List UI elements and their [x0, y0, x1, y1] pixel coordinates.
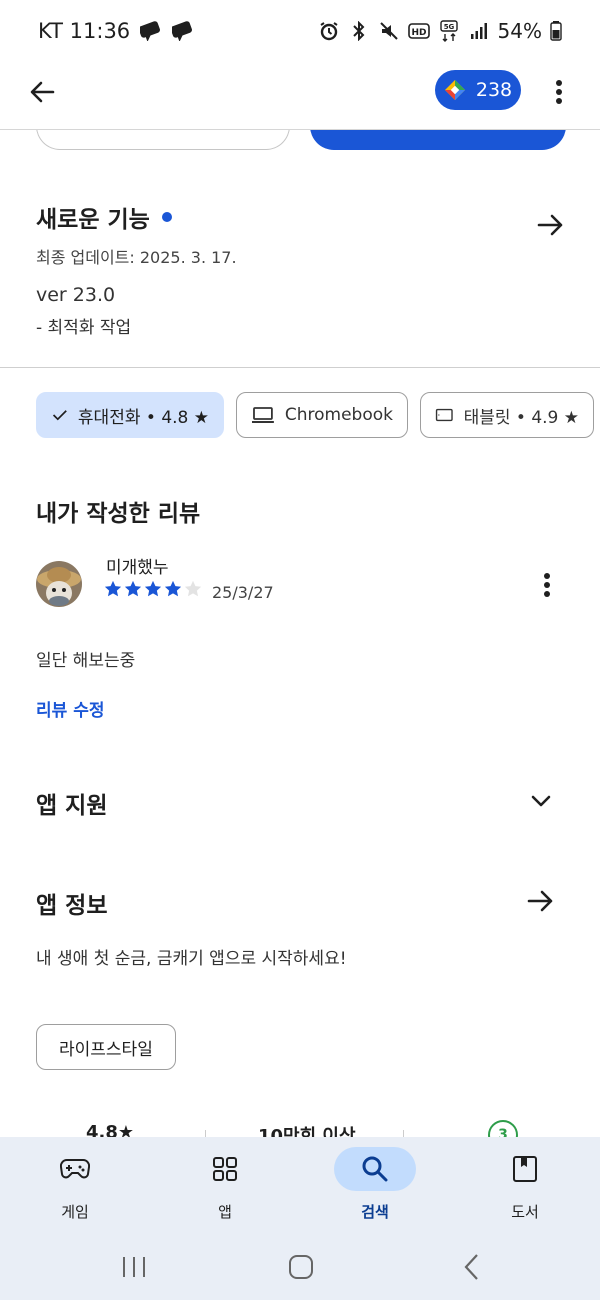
bottom-navigation: 게임 앱 검색 도서 — [0, 1137, 600, 1235]
nav-games[interactable]: 게임 — [0, 1137, 150, 1235]
tablet-icon — [435, 408, 453, 422]
review-more-button[interactable] — [536, 570, 558, 600]
edit-review-link[interactable]: 리뷰 수정 — [36, 696, 104, 721]
system-navigation-bar — [0, 1235, 600, 1300]
last-updated: 최종 업데이트: 2025. 3. 17. — [36, 248, 237, 267]
release-notes: - 최적화 작업 — [36, 318, 132, 338]
recents-icon — [123, 1257, 145, 1277]
nav-books[interactable]: 도서 — [450, 1137, 600, 1235]
nav-icon-container — [184, 1147, 266, 1191]
bluetooth-icon — [348, 20, 370, 42]
device-chips: 휴대전화 • 4.8 ★ Chromebook 태블릿 • 4.9 ★ — [36, 392, 594, 438]
whats-new-title: 새로운 기능 — [36, 207, 150, 233]
star-rating — [104, 580, 202, 598]
hd-icon: HD — [407, 20, 430, 42]
home-button[interactable] — [285, 1251, 317, 1283]
app-bar: 238 — [0, 62, 600, 130]
category-chip[interactable]: 라이프스타일 — [36, 1024, 176, 1070]
book-icon — [513, 1156, 537, 1182]
chip-tablet[interactable]: 태블릿 • 4.9 ★ — [420, 392, 594, 438]
star-filled-icon — [124, 580, 142, 597]
nav-apps-label: 앱 — [218, 1203, 232, 1221]
new-indicator-dot — [161, 212, 172, 222]
more-vert-icon — [544, 573, 550, 597]
chat-bubble-icon — [172, 20, 194, 42]
review-text: 일단 해보는중 — [36, 651, 136, 671]
my-review-title: 내가 작성한 리뷰 — [36, 501, 201, 527]
chip-phone-label: 휴대전화 • 4.8 ★ — [77, 407, 209, 428]
svg-text:5G: 5G — [443, 23, 454, 31]
star-filled-icon — [144, 580, 162, 597]
app-info-title[interactable]: 앱 정보 — [36, 886, 108, 920]
signal-icon — [468, 20, 490, 42]
laptop-icon — [251, 407, 274, 423]
alarm-icon — [318, 20, 340, 42]
divider — [0, 367, 600, 368]
status-right: HD 5G 54% — [318, 19, 562, 43]
battery-icon — [550, 20, 562, 42]
network-5g-icon: 5G — [438, 20, 460, 42]
status-bar: KT 11:36 HD 5G 54% — [0, 0, 600, 62]
avatar — [36, 561, 82, 607]
app-support-title[interactable]: 앱 지원 — [36, 786, 108, 820]
nav-games-label: 게임 — [61, 1203, 89, 1221]
status-left: KT 11:36 — [38, 19, 194, 43]
recent-apps-button[interactable] — [118, 1251, 150, 1283]
play-points-icon — [444, 80, 465, 100]
check-icon — [52, 410, 67, 421]
chat-bubble-icon — [140, 20, 162, 42]
play-points-chip[interactable]: 238 — [435, 70, 521, 110]
chip-chromebook[interactable]: Chromebook — [236, 392, 408, 438]
chip-chromebook-label: Chromebook — [284, 405, 393, 425]
reviewer-name: 미개했누 — [106, 558, 169, 578]
arrow-left-icon — [30, 81, 55, 103]
mute-icon — [378, 20, 400, 42]
nav-icon-container — [34, 1147, 116, 1191]
carrier-time: KT 11:36 — [38, 19, 131, 43]
nav-search-label: 검색 — [361, 1203, 389, 1221]
points-value: 238 — [475, 79, 513, 101]
chip-phone[interactable]: 휴대전화 • 4.8 ★ — [36, 392, 224, 438]
arrow-right-icon[interactable] — [526, 886, 556, 916]
star-empty-icon — [184, 580, 202, 597]
version-text: ver 23.0 — [36, 284, 116, 306]
star-filled-icon — [104, 580, 122, 597]
back-button[interactable] — [24, 74, 60, 110]
avatar-image — [36, 561, 82, 607]
search-icon — [362, 1156, 388, 1182]
more-vert-icon — [556, 80, 562, 104]
nav-books-label: 도서 — [511, 1203, 539, 1221]
whats-new-section[interactable]: 새로운 기능 최종 업데이트: 2025. 3. 17. — [36, 200, 566, 268]
chip-tablet-label: 태블릿 • 4.9 ★ — [463, 407, 579, 428]
whats-new-title-row: 새로운 기능 — [36, 200, 566, 234]
battery-percent: 54% — [497, 19, 542, 43]
nav-icon-container — [484, 1147, 566, 1191]
star-filled-icon — [164, 580, 182, 597]
nav-apps[interactable]: 앱 — [150, 1137, 300, 1235]
arrow-right-icon[interactable] — [536, 210, 566, 240]
app-description: 내 생애 첫 순금, 금캐기 앱으로 시작하세요! — [36, 949, 347, 969]
home-icon — [289, 1255, 313, 1279]
gamepad-icon — [60, 1158, 90, 1179]
nav-search[interactable]: 검색 — [300, 1137, 450, 1235]
review-date: 25/3/27 — [212, 583, 274, 602]
apps-grid-icon — [213, 1157, 237, 1181]
svg-text:HD: HD — [411, 28, 426, 38]
chevron-down-icon[interactable] — [526, 786, 556, 816]
chevron-left-icon — [464, 1254, 478, 1280]
more-options-button[interactable] — [544, 72, 574, 112]
system-back-button[interactable] — [456, 1251, 488, 1283]
nav-icon-container — [334, 1147, 416, 1191]
